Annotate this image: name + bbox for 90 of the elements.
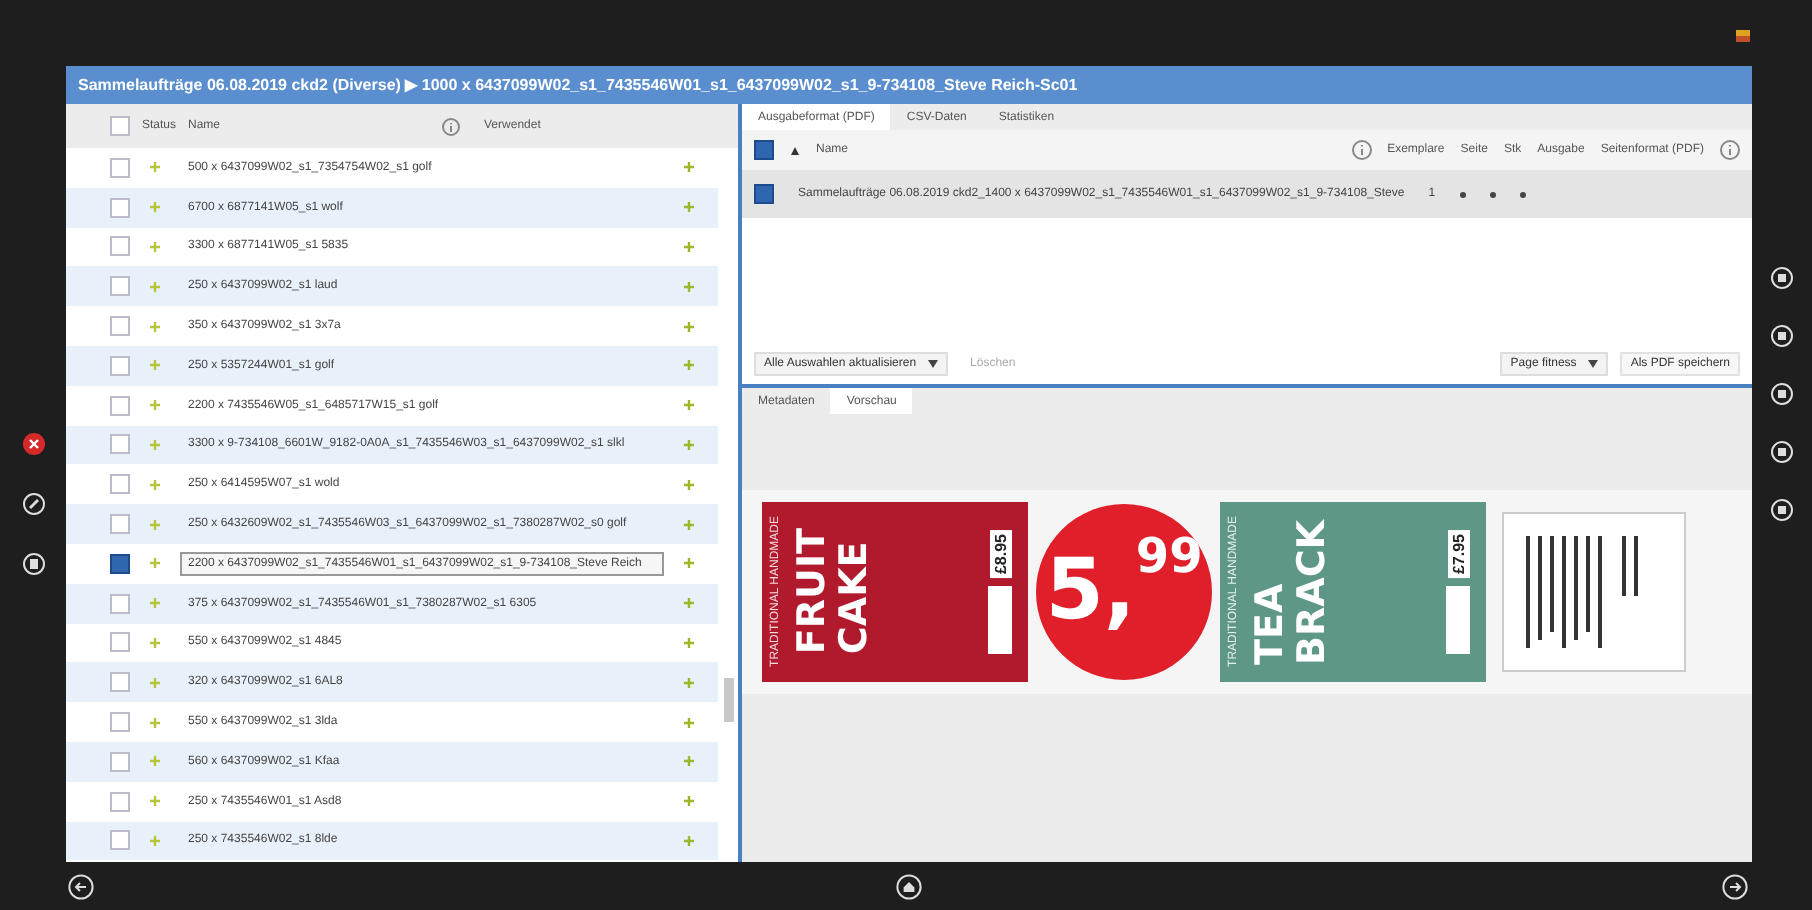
- checkbox[interactable]: [110, 632, 130, 653]
- plus-icon: [150, 637, 160, 648]
- checkbox[interactable]: [110, 434, 130, 455]
- plus-icon: [684, 677, 694, 688]
- home-icon[interactable]: [895, 873, 921, 899]
- pencil-icon[interactable]: [21, 492, 45, 516]
- product-name: TEA: [1252, 581, 1290, 665]
- checkbox[interactable]: [110, 712, 130, 733]
- plus-icon: [684, 717, 694, 728]
- plus-icon: [684, 637, 694, 648]
- checkbox[interactable]: [110, 751, 130, 772]
- plus-icon: [150, 360, 160, 371]
- plus-icon: [150, 439, 160, 450]
- plus-icon: [150, 717, 160, 728]
- plus-icon: [684, 756, 694, 767]
- plus-icon: [684, 519, 694, 530]
- checkbox[interactable]: [110, 514, 130, 535]
- close-icon[interactable]: [21, 432, 45, 456]
- product-name: CAKE: [836, 540, 874, 656]
- plus-icon: [150, 558, 160, 569]
- checkbox[interactable]: [110, 672, 130, 693]
- dot-icon: [1519, 191, 1526, 197]
- price-whole: 5,: [1045, 548, 1136, 632]
- price-tag: £8.95: [989, 530, 1011, 580]
- checkbox[interactable]: [110, 553, 130, 574]
- plus-icon: [684, 162, 694, 173]
- caret-icon: [928, 360, 939, 368]
- plus-icon: [684, 835, 694, 846]
- plus-icon: [150, 598, 160, 609]
- checkbox[interactable]: [110, 791, 130, 812]
- plus-icon: [684, 439, 694, 450]
- product-name: FRUIT: [794, 528, 832, 656]
- checkbox[interactable]: [110, 157, 130, 178]
- price-tag: £7.95: [1447, 530, 1469, 580]
- plus-icon: [684, 796, 694, 807]
- blank-field: [988, 585, 1012, 654]
- product-name: BRACK: [1294, 519, 1332, 665]
- plus-icon: [150, 281, 160, 292]
- checkbox[interactable]: [110, 395, 130, 416]
- checkbox[interactable]: [110, 197, 130, 218]
- scrollbar-thumb[interactable]: [724, 678, 734, 722]
- info-icon[interactable]: [442, 117, 461, 135]
- forward-icon[interactable]: [1722, 873, 1748, 899]
- flag-icon[interactable]: [1736, 30, 1750, 42]
- plus-icon: [684, 241, 694, 252]
- checkbox[interactable]: [110, 316, 130, 337]
- plus-icon: [684, 360, 694, 371]
- plus-icon: [684, 202, 694, 213]
- document-icon[interactable]: [21, 552, 45, 576]
- round-button-icon[interactable]: [1770, 324, 1794, 348]
- round-button-icon[interactable]: [1770, 498, 1794, 522]
- dot-icon: [1489, 191, 1496, 197]
- round-button-icon[interactable]: [1770, 382, 1794, 406]
- checkbox[interactable]: [110, 474, 130, 495]
- checkbox[interactable]: [110, 236, 130, 257]
- checkbox[interactable]: [110, 355, 130, 376]
- plus-icon: [150, 162, 160, 173]
- checkbox[interactable]: [110, 116, 130, 136]
- plus-icon: [150, 796, 160, 807]
- price-cents: 99: [1135, 532, 1203, 580]
- plus-icon: [684, 321, 694, 332]
- plus-icon: [150, 479, 160, 490]
- window-title: Sammelaufträge 06.08.2019 ckd2 (Diverse) ▶ 1000 x 6437099W02_s1_7435546W01_s1_6437099W02_s1_9-734108_Steve Reich-Sc01: [66, 66, 1752, 104]
- blank-field: [1446, 585, 1470, 654]
- checkbox[interactable]: [754, 140, 774, 160]
- checkbox[interactable]: [110, 276, 130, 297]
- round-button-icon[interactable]: [1770, 440, 1794, 464]
- info-icon[interactable]: [1351, 140, 1372, 160]
- checkbox[interactable]: [110, 593, 130, 614]
- dot-icon: [1459, 191, 1466, 197]
- caret-icon: [1588, 360, 1599, 368]
- checkbox[interactable]: [110, 830, 130, 851]
- plus-icon: [684, 281, 694, 292]
- plus-icon: [684, 479, 694, 490]
- back-icon[interactable]: [68, 873, 94, 899]
- plus-icon: [684, 598, 694, 609]
- plus-icon: [684, 558, 694, 569]
- plus-icon: [150, 400, 160, 411]
- plus-icon: [684, 400, 694, 411]
- plus-icon: [150, 202, 160, 213]
- plus-icon: [150, 835, 160, 846]
- plus-icon: [150, 519, 160, 530]
- plus-icon: [150, 321, 160, 332]
- info-icon[interactable]: [1720, 140, 1740, 160]
- checkbox[interactable]: [754, 184, 774, 204]
- plus-icon: [150, 756, 160, 767]
- plus-icon: [150, 241, 160, 252]
- plus-icon: [150, 677, 160, 688]
- sort-arrow-icon[interactable]: [790, 145, 800, 155]
- round-button-icon[interactable]: [1770, 266, 1794, 290]
